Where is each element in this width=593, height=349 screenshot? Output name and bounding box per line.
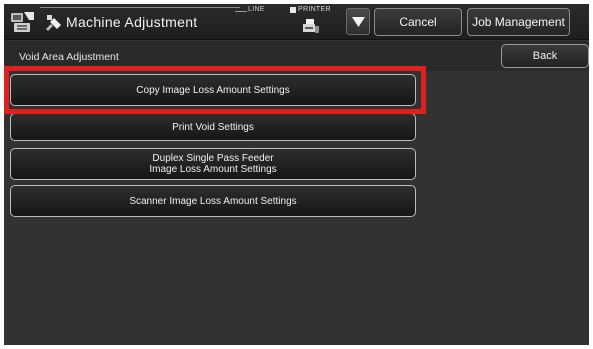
highlight-box [4,66,426,114]
top-bar: Machine Adjustment LINE PRINTER Cancel J… [4,4,589,40]
title-underline [40,7,240,8]
back-button[interactable]: Back [501,44,589,68]
page-title: Machine Adjustment [66,14,198,30]
line-status-label: LINE [248,6,265,13]
scanner-image-loss-settings-button[interactable]: Scanner Image Loss Amount Settings [10,185,416,217]
duplex-single-pass-feeder-button[interactable]: Duplex Single Pass Feeder Image Loss Amo… [10,148,416,180]
machine-adjustment-icon [44,12,64,32]
printer-icon [302,18,320,34]
cancel-button[interactable]: Cancel [374,8,462,36]
settings-icon[interactable] [10,10,36,34]
button-label-line-2: Image Loss Amount Settings [149,164,277,175]
chevron-down-icon [352,17,365,27]
job-management-button[interactable]: Job Management [467,8,570,36]
screen: Machine Adjustment LINE PRINTER Cancel J… [4,4,589,345]
printer-status-label: PRINTER [298,6,331,13]
dropdown-button[interactable] [346,8,370,35]
section-title: Void Area Adjustment [19,51,119,63]
button-label: Scanner Image Loss Amount Settings [129,195,297,207]
button-label-line-1: Duplex Single Pass Feeder [152,153,274,164]
button-label: Print Void Settings [172,121,254,133]
line-indicator-underline [235,11,247,12]
print-void-settings-button[interactable]: Print Void Settings [10,113,416,141]
printer-status-box [290,7,296,13]
